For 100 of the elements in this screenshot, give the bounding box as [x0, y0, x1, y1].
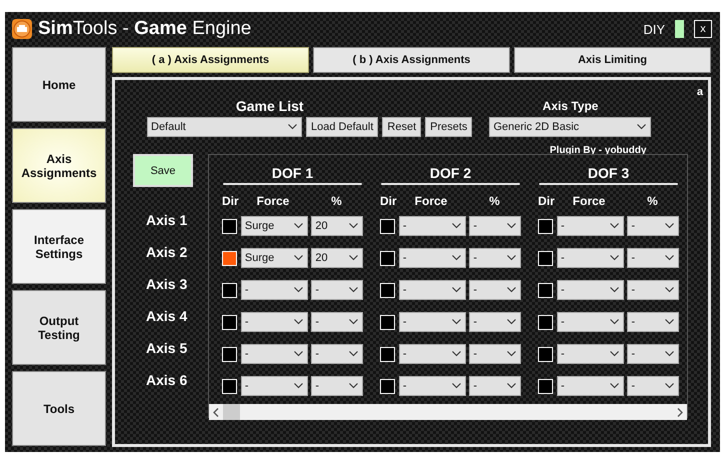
chevron-down-icon: [294, 223, 304, 229]
scroll-left-icon[interactable]: [213, 408, 219, 416]
toolbar-button[interactable]: Reset: [382, 117, 422, 137]
percent-dropdown[interactable]: -: [627, 312, 679, 332]
percent-dropdown[interactable]: -: [627, 376, 679, 396]
force-dropdown[interactable]: -: [240, 312, 308, 332]
chevron-down-icon: [610, 255, 620, 261]
sidebar-item[interactable]: Interface Settings: [12, 209, 106, 284]
tab[interactable]: ( b ) Axis Assignments: [313, 47, 510, 73]
direction-checkbox[interactable]: [538, 282, 553, 298]
percent-dropdown[interactable]: -: [469, 312, 521, 332]
percent-dropdown[interactable]: -: [311, 344, 363, 364]
chevron-down-icon: [665, 351, 674, 357]
percent-dropdown[interactable]: -: [469, 344, 521, 364]
direction-checkbox[interactable]: [380, 314, 395, 330]
percent-dropdown[interactable]: -: [627, 216, 679, 236]
percent-dropdown[interactable]: -: [469, 376, 521, 396]
direction-checkbox[interactable]: [538, 378, 553, 394]
axis-type-dropdown[interactable]: Generic 2D Basic: [489, 117, 652, 137]
chevron-down-icon: [349, 287, 358, 293]
chevron-down-icon: [665, 319, 674, 325]
percent-dropdown[interactable]: -: [311, 312, 363, 332]
force-dropdown[interactable]: Surge: [240, 216, 308, 236]
direction-checkbox[interactable]: [380, 218, 395, 234]
chevron-down-icon: [610, 351, 620, 357]
force-dropdown[interactable]: -: [240, 280, 308, 300]
percent-dropdown[interactable]: -: [627, 280, 679, 300]
chevron-down-icon: [507, 383, 516, 389]
percent-dropdown[interactable]: -: [627, 344, 679, 364]
force-dropdown[interactable]: -: [556, 280, 624, 300]
force-dropdown[interactable]: -: [398, 344, 466, 364]
sidebar-item[interactable]: Output Testing: [12, 290, 106, 365]
direction-checkbox[interactable]: [538, 346, 553, 362]
chevron-down-icon: [294, 319, 304, 325]
force-dropdown[interactable]: -: [556, 376, 624, 396]
direction-checkbox[interactable]: [222, 346, 237, 362]
sidebar-item[interactable]: Tools: [12, 371, 106, 446]
chevron-down-icon: [610, 383, 620, 389]
chevron-down-icon: [452, 383, 462, 389]
direction-checkbox[interactable]: [380, 378, 395, 394]
chevron-down-icon: [452, 287, 462, 293]
tab[interactable]: Axis Limiting: [514, 47, 711, 73]
force-dropdown[interactable]: -: [556, 216, 624, 236]
sidebar-item[interactable]: Axis Assignments: [12, 128, 106, 203]
force-dropdown[interactable]: -: [240, 376, 308, 396]
direction-checkbox[interactable]: [538, 314, 553, 330]
toolbar-button[interactable]: Load Default: [306, 117, 378, 137]
direction-checkbox[interactable]: [222, 282, 237, 298]
percent-dropdown[interactable]: -: [469, 216, 521, 236]
chevron-down-icon: [349, 351, 358, 357]
percent-dropdown[interactable]: -: [627, 248, 679, 268]
chevron-down-icon: [288, 124, 297, 130]
scrollbar-thumb[interactable]: [223, 404, 240, 420]
direction-checkbox[interactable]: [538, 250, 553, 266]
window-title: SimTools - Game Engine: [38, 18, 252, 40]
percent-dropdown[interactable]: -: [311, 280, 363, 300]
panel-corner-label: a: [696, 86, 703, 98]
percent-dropdown[interactable]: 20: [311, 216, 363, 236]
percent-dropdown[interactable]: 20: [311, 248, 363, 268]
column-header: Dir: [222, 194, 236, 208]
direction-checkbox[interactable]: [222, 250, 237, 266]
toolbar-button[interactable]: Presets: [425, 117, 472, 137]
close-button[interactable]: x: [694, 20, 712, 38]
dof-title: DOF 2: [430, 165, 472, 182]
column-header: %: [330, 194, 343, 208]
percent-dropdown[interactable]: -: [311, 376, 363, 396]
force-dropdown[interactable]: -: [556, 248, 624, 268]
force-dropdown[interactable]: -: [398, 312, 466, 332]
game-list-dropdown[interactable]: Default: [147, 117, 302, 137]
force-dropdown[interactable]: -: [556, 312, 624, 332]
axis-label: Axis 1: [145, 211, 188, 230]
chevron-down-icon: [507, 255, 516, 261]
save-button[interactable]: Save: [133, 154, 193, 187]
force-dropdown[interactable]: Surge: [240, 248, 308, 268]
chevron-down-icon: [637, 124, 646, 130]
force-dropdown[interactable]: -: [398, 216, 466, 236]
direction-checkbox[interactable]: [538, 218, 553, 234]
percent-dropdown[interactable]: -: [469, 248, 521, 268]
tab[interactable]: ( a ) Axis Assignments: [112, 47, 309, 73]
force-dropdown[interactable]: -: [398, 248, 466, 268]
direction-checkbox[interactable]: [222, 314, 237, 330]
direction-checkbox[interactable]: [222, 218, 237, 234]
dof-title: DOF 1: [272, 165, 314, 182]
direction-checkbox[interactable]: [380, 282, 395, 298]
horizontal-scrollbar[interactable]: [209, 404, 687, 420]
percent-dropdown[interactable]: -: [469, 280, 521, 300]
sidebar-item[interactable]: Home: [12, 47, 106, 122]
chevron-down-icon: [665, 255, 674, 261]
force-dropdown[interactable]: -: [398, 280, 466, 300]
force-dropdown[interactable]: -: [240, 344, 308, 364]
direction-checkbox[interactable]: [380, 250, 395, 266]
direction-checkbox[interactable]: [380, 346, 395, 362]
axis-label: Axis 6: [145, 371, 188, 390]
scroll-right-icon[interactable]: [677, 408, 683, 416]
direction-checkbox[interactable]: [222, 378, 237, 394]
force-dropdown[interactable]: -: [398, 376, 466, 396]
column-header: Force: [256, 194, 290, 208]
column-header: Force: [572, 194, 606, 208]
chevron-down-icon: [665, 383, 674, 389]
force-dropdown[interactable]: -: [556, 344, 624, 364]
